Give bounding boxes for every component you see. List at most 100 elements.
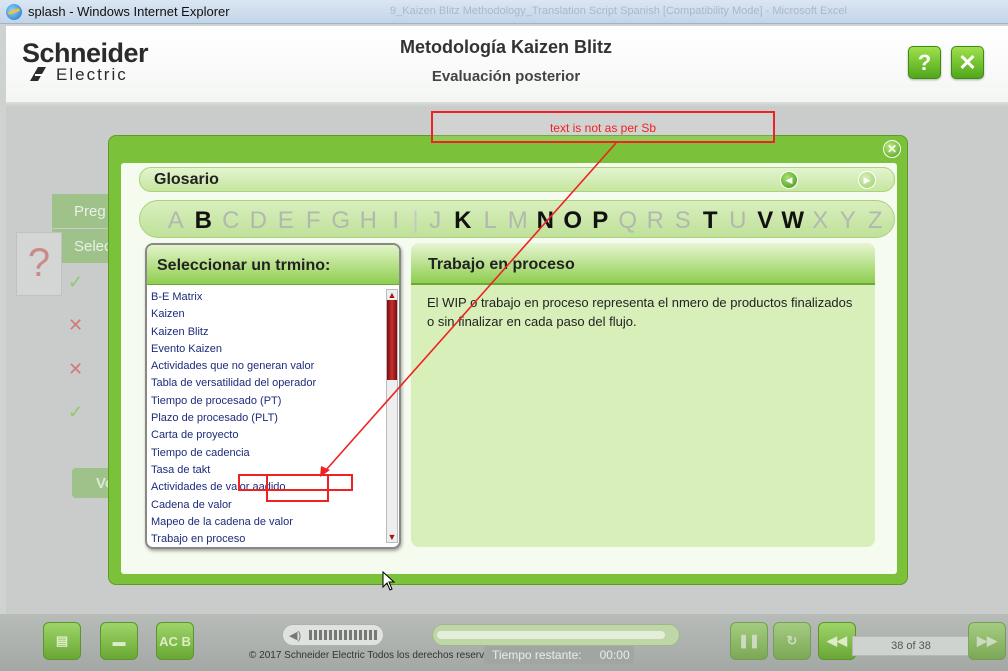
term-list: B-E Matrix Kaizen Kaizen Blitz Evento Kaize… [151, 291, 383, 547]
player-toolbar: ▤ ▬ AC B ◀) © 2017 Schneider Electric To… [0, 614, 1008, 671]
volume-level-bar [344, 630, 348, 640]
term-list-item[interactable]: B-E Matrix [151, 291, 383, 308]
letter-b[interactable]: B [190, 207, 218, 235]
volume-level-bar [339, 630, 343, 640]
term-list-item[interactable]: Kaizen Blitz [151, 326, 383, 343]
volume-level-bar [334, 630, 338, 640]
logo-mark-icon [30, 67, 46, 81]
volume-level-bar [319, 630, 323, 640]
exit-button[interactable]: ✕ [951, 46, 984, 79]
volume-level-bar [349, 630, 353, 640]
term-list-item[interactable]: Actividades que no generan valor [151, 360, 383, 377]
time-remaining-label: Tiempo restante: [492, 648, 582, 662]
definition-panel: Trabajo en proceso El WIP o trabajo en p… [411, 243, 875, 547]
glossary-content: Glosario ◀ ▶ A B C D E F G H I | J K L M N O P Q R S T U V W X Y Z… [121, 163, 897, 574]
letter-g: G [331, 207, 351, 234]
window-title: splash - Windows Internet Explorer [28, 4, 230, 19]
time-remaining-value: 00:00 [599, 648, 630, 662]
letter-p[interactable]: P [587, 207, 615, 235]
glossary-modal: ✕ Glosario ◀ ▶ A B C D E F G H I | J K L M N O P Q R S T U V W X… [108, 135, 908, 585]
help-button[interactable]: ? [908, 46, 941, 79]
scroll-thumb[interactable] [387, 300, 397, 380]
scroll-up-icon[interactable]: ▲ [387, 290, 397, 300]
term-list-scrollbar[interactable]: ▲ ▼ [386, 289, 398, 543]
term-list-item[interactable]: Tiempo de cadencia [151, 447, 383, 464]
copyright-text: © 2017 Schneider Electric Todos los dere… [249, 650, 509, 661]
notes-icon[interactable]: ▬ [100, 622, 138, 660]
letter-e: E [277, 207, 294, 234]
term-list-item[interactable]: Plazo de procesado (PLT) [151, 412, 383, 429]
alphabet-letters: A B C D E F G H I | J K L M N O P Q R S T U V W X Y Z [162, 207, 889, 235]
volume-level-bar [364, 630, 368, 640]
next-arrow-icon[interactable]: ▶ [858, 171, 876, 189]
previous-arrow-icon[interactable]: ◀ [780, 171, 798, 189]
question-mark-icon: ? [16, 232, 62, 296]
letter-w[interactable]: W [779, 207, 807, 235]
mouse-cursor-icon [382, 571, 396, 591]
term-list-item[interactable]: Carta de proyecto [151, 429, 383, 446]
term-list-item[interactable]: Evento Kaizen [151, 343, 383, 360]
letter-z: Z [867, 207, 883, 234]
check-icon: ✓ [68, 272, 84, 292]
page-counter: 38 of 38 [852, 636, 970, 656]
annotation-highlight-box [266, 474, 329, 502]
term-list-panel: Seleccionar un trmino: B-E Matrix Kaizen K… [145, 243, 401, 549]
modal-close-button[interactable]: ✕ [883, 140, 901, 158]
internet-explorer-icon [6, 3, 22, 20]
volume-level-bar [309, 630, 313, 640]
volume-level-bar [369, 630, 373, 640]
letter-j: J [429, 207, 442, 234]
menu-icon[interactable]: ▤ [43, 622, 81, 660]
definition-title: Trabajo en proceso [411, 243, 875, 285]
scroll-down-icon[interactable]: ▼ [387, 532, 397, 542]
term-list-item[interactable]: Tiempo de procesado (PT) [151, 395, 383, 412]
background-window-title: 9_Kaizen Blitz Methodology_Translation S… [390, 5, 847, 17]
term-list-item[interactable]: Trabajo en proceso [151, 533, 383, 547]
letter-o[interactable]: O [559, 207, 587, 235]
letter-n[interactable]: N [532, 207, 560, 235]
course-title: Metodología Kaizen Blitz [399, 37, 612, 57]
next-page-icon[interactable]: ▶▶ [968, 622, 1006, 660]
letter-v[interactable]: V [752, 207, 780, 235]
term-list-item[interactable]: Kaizen [151, 308, 383, 325]
window-titlebar: splash - Windows Internet Explorer 9_Kai… [0, 0, 1008, 24]
cross-icon: ✕ [68, 359, 84, 379]
letter-f: F [305, 207, 321, 234]
letter-r: R [646, 207, 664, 234]
letter-q: Q [618, 207, 638, 234]
volume-level-bar [359, 630, 363, 640]
letter-l: L [483, 207, 497, 234]
progress-bar[interactable] [432, 624, 680, 646]
logo-text-line2: Electric [56, 65, 128, 84]
letter-i: I [392, 207, 400, 234]
volume-level-bar [324, 630, 328, 640]
glossary-title-bar: Glosario ◀ ▶ [139, 167, 895, 192]
glossary-button[interactable]: AC B [156, 622, 194, 660]
letter-separator: | [412, 207, 419, 234]
letter-t[interactable]: T [697, 207, 725, 235]
letter-u: U [729, 207, 747, 234]
term-list-heading: Seleccionar un trmino: [147, 245, 399, 285]
letter-h: H [359, 207, 377, 234]
annotation-text: text is not as per Sb [549, 121, 657, 135]
volume-level-bar [354, 630, 358, 640]
volume-slider[interactable]: ◀) [282, 624, 384, 646]
volume-level-bar [329, 630, 333, 640]
replay-icon[interactable]: ↻ [773, 622, 811, 660]
term-list-item[interactable]: Mapeo de la cadena de valor [151, 516, 383, 533]
pause-icon[interactable]: ❚❚ [730, 622, 768, 660]
schneider-electric-logo: Schneider Electric [22, 39, 149, 84]
course-subtitle: Evaluación posterior [431, 68, 581, 85]
term-list-item[interactable]: Tabla de versatilidad del operador [151, 377, 383, 394]
cross-icon: ✕ [68, 315, 84, 335]
volume-level-bar [314, 630, 318, 640]
annotation-callout: text is not as per Sb [431, 111, 775, 143]
letter-c: C [222, 207, 240, 234]
letter-s: S [674, 207, 691, 234]
letter-k[interactable]: K [449, 207, 477, 235]
alphabet-bar: A B C D E F G H I | J K L M N O P Q R S T U V W X Y Z [139, 200, 895, 238]
check-icon: ✓ [68, 402, 84, 422]
letter-m: M [507, 207, 528, 234]
volume-level-bar [374, 630, 378, 640]
previous-page-icon[interactable]: ◀◀ [818, 622, 856, 660]
